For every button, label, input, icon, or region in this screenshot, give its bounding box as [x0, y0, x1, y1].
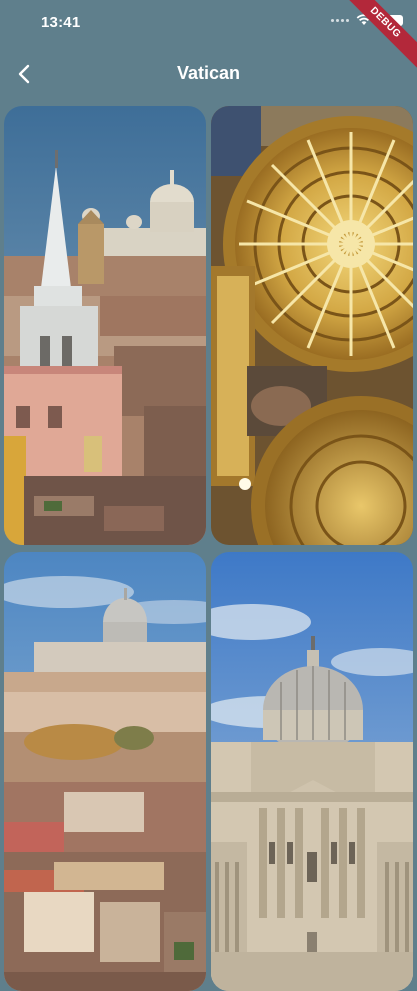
photo-card-rome-rooftops[interactable] — [4, 552, 206, 991]
photo-dome-ceiling — [211, 106, 413, 545]
photo-card-rome-skyline[interactable] — [4, 106, 206, 545]
status-bar: 13:41 DEBUG — [0, 0, 417, 72]
page-title: Vatican — [176, 63, 241, 83]
status-time: 13:41 — [41, 14, 81, 31]
photo-card-st-peters[interactable] — [211, 552, 413, 991]
photo-card-dome-ceiling[interactable] — [211, 106, 413, 545]
photo-rome-rooftops — [4, 552, 206, 991]
cellular-signal-icon — [331, 18, 349, 22]
app-bar: Vatican — [0, 52, 417, 96]
photo-rome-skyline — [4, 106, 206, 545]
photo-st-peters — [211, 552, 413, 991]
